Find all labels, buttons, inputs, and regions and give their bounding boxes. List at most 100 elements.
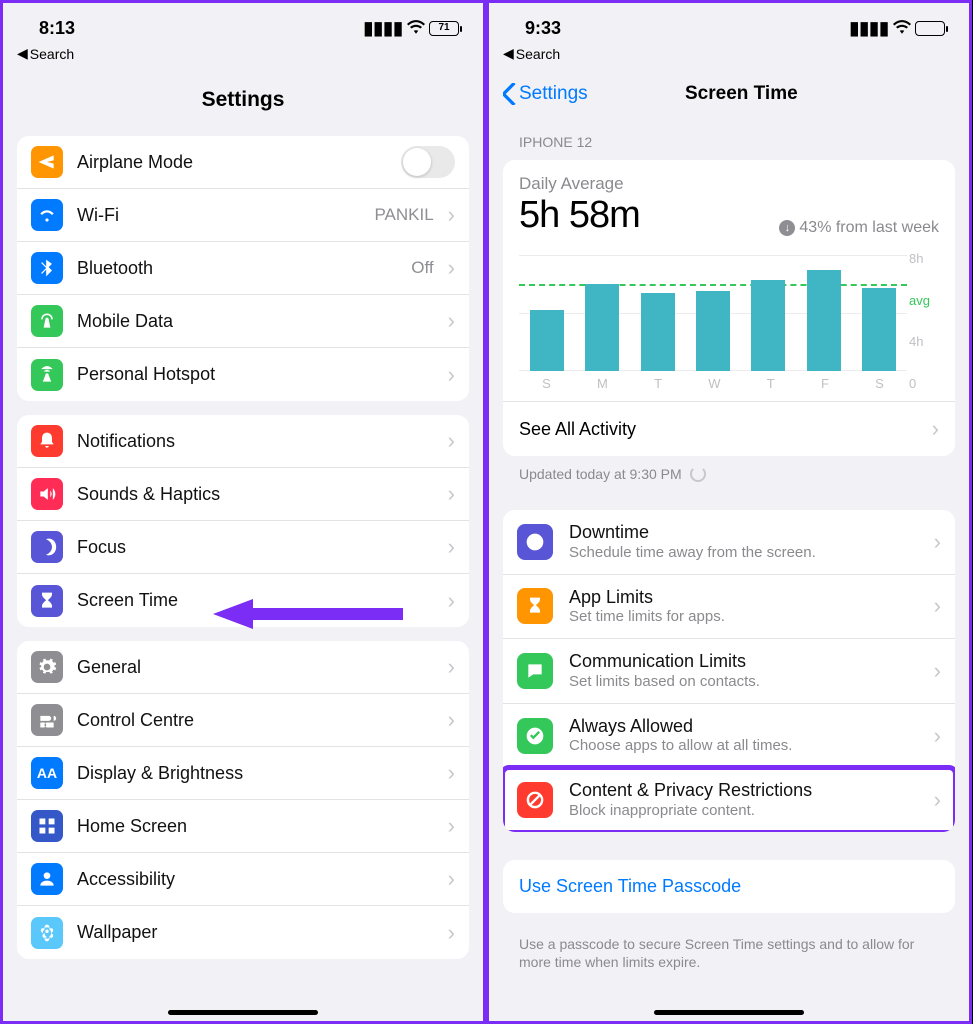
settings-screen: 8:13 ▮▮▮▮ 71 ◀ Search Settings Airplane … <box>0 0 486 1024</box>
chevron-right-icon: › <box>934 723 941 749</box>
device-header: IPHONE 12 <box>489 116 969 156</box>
page-title: Settings <box>3 70 483 122</box>
cell-label: Bluetooth <box>77 258 397 279</box>
see-all-activity[interactable]: See All Activity › <box>503 401 955 456</box>
cell-label: General <box>77 657 434 678</box>
cell-label: Home Screen <box>77 816 434 837</box>
antenna-icon <box>31 305 63 337</box>
chart-bar <box>696 291 730 371</box>
chart-bar <box>751 280 785 371</box>
hotspot-icon <box>31 359 63 391</box>
screen-time-option-app-limits[interactable]: App LimitsSet time limits for apps. › <box>503 575 955 640</box>
settings-cell-display-brightness[interactable]: AADisplay & Brightness› <box>17 747 469 800</box>
chart-y-label: 8h <box>909 251 923 266</box>
settings-cell-screen-time[interactable]: Screen Time› <box>17 574 469 627</box>
settings-group: Airplane ModeWi-FiPANKIL›BluetoothOff›Mo… <box>17 136 469 401</box>
status-icons: ▮▮▮▮ <box>849 18 945 39</box>
screen-time-option-always-allowed[interactable]: Always AllowedChoose apps to allow at al… <box>503 704 955 769</box>
chart-y-label: 0 <box>909 376 916 391</box>
settings-cell-wi-fi[interactable]: Wi-FiPANKIL› <box>17 189 469 242</box>
usage-chart: SMTWTFS 8havg4h0 <box>519 251 939 391</box>
screen-time-option-content-privacy-restrictions[interactable]: Content & Privacy RestrictionsBlock inap… <box>503 768 955 832</box>
cell-value: PANKIL <box>374 205 433 225</box>
cell-value: Off <box>411 258 433 278</box>
home-indicator[interactable] <box>168 1010 318 1015</box>
chart-x-label: W <box>708 376 720 391</box>
usage-card[interactable]: Daily Average 5h 58m ↓ 43% from last wee… <box>503 160 955 456</box>
chevron-right-icon: › <box>448 202 455 228</box>
chart-bar <box>585 284 619 371</box>
moon-icon <box>31 531 63 563</box>
chart-x-label: T <box>654 376 662 391</box>
option-title: Content & Privacy Restrictions <box>569 780 918 802</box>
chevron-right-icon: › <box>448 654 455 680</box>
cell-label: Screen Time <box>77 590 434 611</box>
status-icons: ▮▮▮▮ 71 <box>363 18 459 39</box>
toggle[interactable] <box>401 146 455 178</box>
status-bar: 8:13 ▮▮▮▮ 71 <box>3 3 483 43</box>
settings-cell-personal-hotspot[interactable]: Personal Hotspot› <box>17 348 469 401</box>
settings-cell-home-screen[interactable]: Home Screen › <box>17 800 469 853</box>
check-icon <box>517 718 553 754</box>
settings-cell-bluetooth[interactable]: Bluetooth Off › <box>17 242 469 295</box>
daily-average-label: Daily Average <box>519 174 939 194</box>
chart-y-label: avg <box>909 293 930 308</box>
option-subtitle: Schedule time away from the screen. <box>569 544 918 562</box>
option-subtitle: Block inappropriate content. <box>569 802 918 820</box>
option-subtitle: Set limits based on contacts. <box>569 673 918 691</box>
nav-title: Screen Time <box>528 83 955 105</box>
chevron-right-icon: › <box>448 255 455 281</box>
chevron-right-icon: › <box>448 707 455 733</box>
screen-time-option-communication-limits[interactable]: Communication LimitsSet limits based on … <box>503 639 955 704</box>
chart-y-label: 4h <box>909 334 923 349</box>
settings-cell-mobile-data[interactable]: Mobile Data› <box>17 295 469 348</box>
aa-icon: AA <box>31 757 63 789</box>
search-back[interactable]: ◀ Search <box>3 43 483 70</box>
settings-cell-focus[interactable]: Focus› <box>17 521 469 574</box>
home-indicator[interactable] <box>654 1010 804 1015</box>
use-passcode-link[interactable]: Use Screen Time Passcode <box>503 860 955 913</box>
settings-cell-general[interactable]: General › <box>17 641 469 694</box>
option-title: App Limits <box>569 587 918 609</box>
screen-time-option-downtime[interactable]: DowntimeSchedule time away from the scre… <box>503 510 955 575</box>
gear-icon <box>31 651 63 683</box>
signal-icon: ▮▮▮▮ <box>849 18 889 39</box>
updated-label: Updated today at 9:30 PM <box>489 456 969 492</box>
option-subtitle: Set time limits for apps. <box>569 608 918 626</box>
hourglass-icon <box>31 585 63 617</box>
bluetooth-icon <box>31 252 63 284</box>
settings-cell-wallpaper[interactable]: Wallpaper› <box>17 906 469 959</box>
search-back[interactable]: ◀ Search <box>489 43 969 70</box>
chevron-right-icon: › <box>448 428 455 454</box>
airplane-icon <box>31 146 63 178</box>
chevron-right-icon: › <box>448 813 455 839</box>
chart-bar <box>807 270 841 372</box>
down-arrow-icon: ↓ <box>779 220 795 236</box>
chevron-right-icon: › <box>934 787 941 813</box>
settings-cell-sounds-haptics[interactable]: Sounds & Haptics › <box>17 468 469 521</box>
chevron-right-icon: › <box>934 593 941 619</box>
cell-label: Wallpaper <box>77 922 434 943</box>
wifi-icon <box>407 18 425 39</box>
signal-icon: ▮▮▮▮ <box>363 18 403 39</box>
cell-label: Sounds & Haptics <box>77 484 434 505</box>
speaker-icon <box>31 478 63 510</box>
settings-cell-accessibility[interactable]: Accessibility› <box>17 853 469 906</box>
cell-label: Focus <box>77 537 434 558</box>
settings-cell-control-centre[interactable]: Control Centre› <box>17 694 469 747</box>
chevron-right-icon: › <box>448 308 455 334</box>
chart-bar <box>530 310 564 371</box>
spinner-icon <box>690 466 706 482</box>
chart-bar <box>641 293 675 371</box>
settings-cell-airplane-mode[interactable]: Airplane Mode <box>17 136 469 189</box>
battery-icon: 71 <box>429 21 459 36</box>
hourglass-icon <box>517 588 553 624</box>
chart-x-label: S <box>875 376 884 391</box>
grid-icon <box>31 810 63 842</box>
chevron-right-icon: › <box>448 866 455 892</box>
cell-label: Notifications <box>77 431 434 452</box>
cell-label: Display & Brightness <box>77 763 434 784</box>
chevron-right-icon: › <box>448 362 455 388</box>
settings-cell-notifications[interactable]: Notifications › <box>17 415 469 468</box>
chevron-right-icon: › <box>448 481 455 507</box>
